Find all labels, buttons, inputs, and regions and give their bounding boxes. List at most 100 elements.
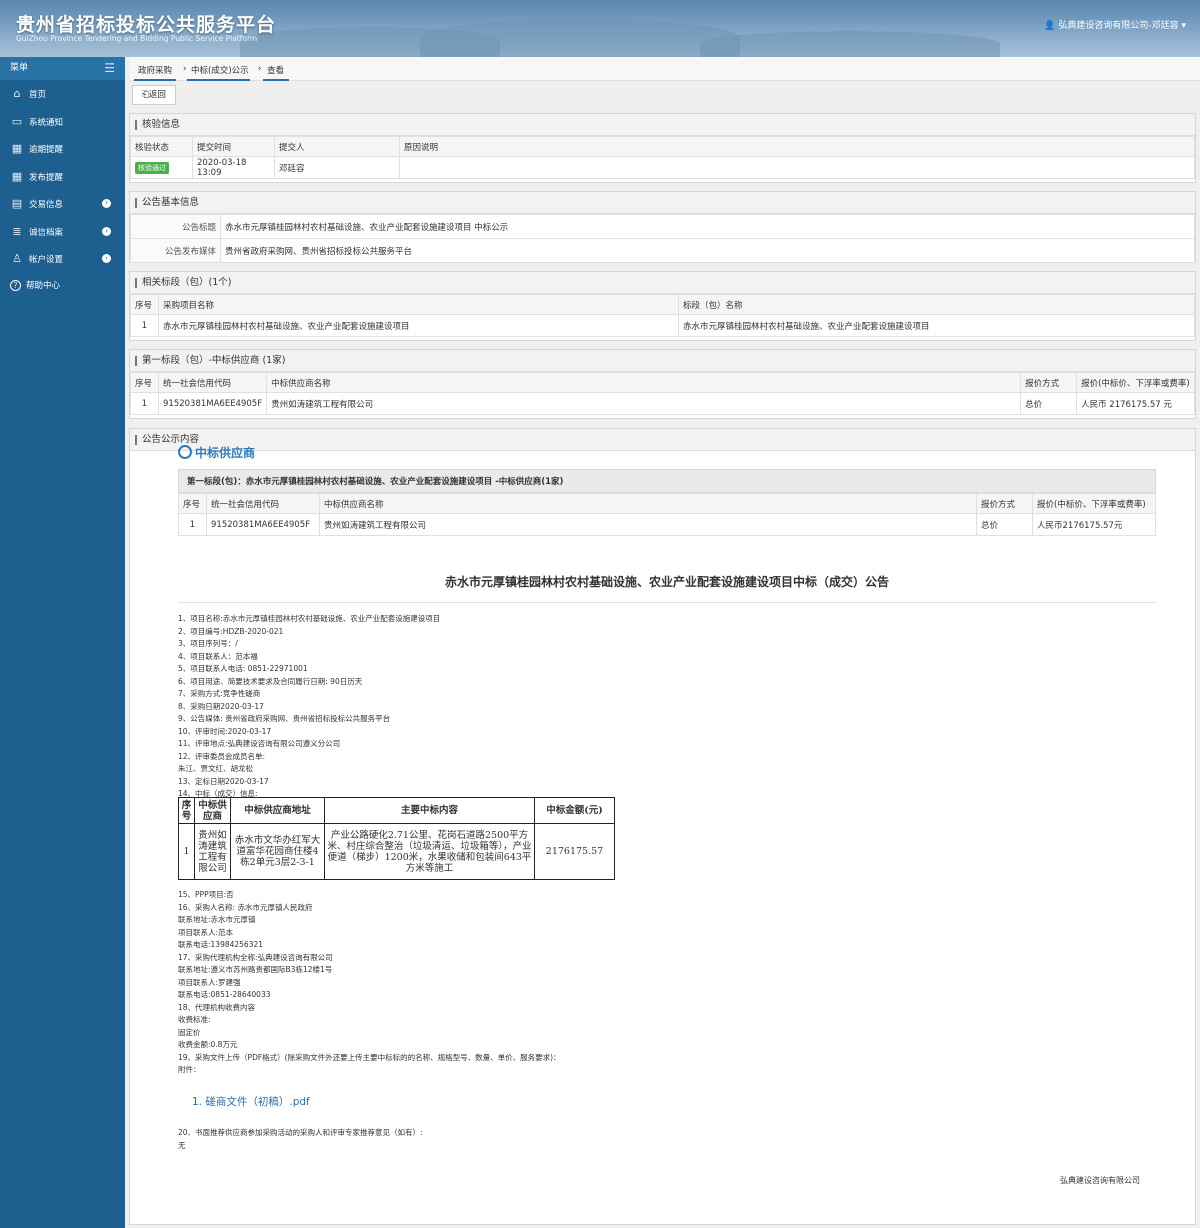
sidebar-item[interactable]: ? 帮助中心	[0, 273, 125, 301]
sections-panel: 相关标段（包）(1个) 序号 采购项目名称 标段（包）名称 1 赤水市元厚镇桂园林村农…	[129, 271, 1196, 341]
table-header: 序号	[130, 372, 159, 393]
panel-title: 核验信息	[130, 114, 1195, 136]
inner-title: 第一标段(包)：赤水市元厚镇桂园林村农村基础设施、农业产业配套设施建设项目 -中…	[178, 469, 1156, 493]
table-cell: 91520381MA6EE4905F	[206, 513, 320, 536]
table-header: 主要中标内容	[324, 797, 535, 824]
chevron-right-icon: ›	[183, 64, 187, 74]
text-line: 19、采购文件上传（PDF格式）(除采购文件外还要上传主要中标标的的名称、规格型…	[178, 1052, 561, 1062]
text-line: 联系电话:0851-28640033	[178, 990, 271, 999]
field-label: 公告标题	[130, 214, 221, 239]
text-line: 18、代理机构收费内容	[178, 1002, 256, 1012]
table-header: 中标供应商名称	[266, 372, 1022, 393]
table-cell: 产业公路硬化2.71公里、花岗石道路2500平方米、村庄综合整治（垃圾清运、垃圾…	[324, 823, 535, 880]
panel-title: 相关标段（包）(1个)	[130, 272, 1195, 294]
sidebar-item-label: 逾期提醒	[29, 145, 64, 155]
table-header: 提交人	[274, 136, 400, 157]
chevron-right-icon: ›	[102, 199, 111, 208]
table-cell: 总价	[1020, 392, 1078, 415]
sidebar-item-label: 系统通知	[29, 117, 64, 128]
content-panel: 公告公示内容 中标供应商 第一标段(包)：赤水市元厚镇桂园林村农村基础设施、农业…	[129, 428, 1196, 1225]
text-line: 13、定标日期2020-03-17	[178, 776, 269, 786]
table-header: 采购项目名称	[158, 294, 679, 315]
text-line: 附件：	[178, 1065, 201, 1074]
text-line: 6、项目用途、简要技术要求及合同履行日期: 90日历天	[178, 676, 363, 686]
table-header: 报价方式	[1020, 372, 1078, 393]
main-content: 政府采购 › 中标(成交)公示 › 查看 ⎗返回 核验信息 核验状态 提交时间 提交…	[125, 57, 1200, 1228]
sidebar-item[interactable]: ≣ 诚信档案 ›	[0, 218, 125, 246]
caret-down-icon: ▾	[1181, 21, 1186, 31]
folder-icon: ▤	[11, 197, 23, 210]
table-cell: 总价	[976, 513, 1033, 536]
table-cell: 2020-03-18 13:09	[192, 156, 275, 179]
signature: 弘典建设咨询有限公司	[1060, 1176, 1140, 1185]
menu-header: 菜单 ☰	[0, 57, 125, 80]
text-line: 10、评审时间:2020-03-17	[178, 726, 272, 736]
text-line: 20、书面推荐供应商参加采购活动的采购人和评审专家推荐意见（如有）:	[178, 1128, 423, 1137]
panel-title: 公告公示内容	[130, 429, 1195, 451]
table-header: 标段（包）名称	[678, 294, 1195, 315]
announcement-tail-2: 20、书面推荐供应商参加采购活动的采购人和评审专家推荐意见（如有）: 无	[178, 1127, 423, 1152]
sidebar-item[interactable]: ▭ 系统通知	[0, 108, 125, 136]
table-cell: 贵州如涛建筑工程有限公司	[319, 513, 977, 536]
table-header: 报价方式	[976, 493, 1033, 514]
announcement-title: 赤水市元厚镇桂园林村农村基础设施、农业产业配套设施建设项目中标（成交）公告	[178, 573, 1156, 603]
text-line: 联系地址:赤水市元厚镇	[178, 915, 256, 924]
site-title: 贵州省招标投标公共服务平台	[16, 14, 277, 36]
text-line: 3、项目序列号：/	[178, 639, 238, 648]
table-cell: 赤水市文华办红军大道富华花园商住楼4栋2单元3层2-3-1	[230, 823, 325, 880]
breadcrumb-item[interactable]: 中标(成交)公示	[191, 64, 249, 76]
table-header: 原因说明	[399, 136, 1195, 157]
target-icon	[178, 445, 192, 459]
header-mountain	[420, 19, 740, 57]
breadcrumb: 政府采购 › 中标(成交)公示 › 查看	[130, 57, 1200, 81]
table-cell: 1	[130, 392, 159, 415]
table-header: 核验状态	[130, 136, 193, 157]
attachment-link[interactable]: 1. 磋商文件（初稿）.pdf	[192, 1094, 310, 1109]
home-icon: ⌂	[13, 87, 21, 100]
text-line: 16、采购人名称: 赤水市元厚镇人民政府	[178, 902, 313, 912]
table-header: 统一社会信用代码	[157, 372, 268, 393]
table-header: 中标供应商	[194, 797, 231, 824]
back-icon: ⎗	[142, 90, 149, 100]
text-line: 项目联系人:范本	[178, 927, 234, 937]
breadcrumb-underline	[263, 79, 289, 81]
text-line: 17、采购代理机构全称:弘典建设咨询有限公司	[178, 952, 333, 962]
table-header: 中标供应商地址	[230, 797, 325, 824]
sidebar-item-label: 帮助中心	[26, 280, 61, 291]
calendar-icon: ▦	[11, 169, 23, 183]
back-button[interactable]: ⎗返回	[132, 85, 176, 105]
sidebar-item[interactable]: ♙ 帐户设置 ›	[0, 245, 125, 273]
sidebar-item[interactable]: ▦ 逾期提醒	[0, 135, 125, 163]
user-menu[interactable]: 👤 弘典建设咨询有限公司-邓廷容 ▾	[1044, 18, 1186, 31]
sidebar-item[interactable]: ⌂ 首页	[0, 80, 125, 108]
table-header: 序号	[130, 294, 159, 315]
text-line: 收费金额:0.8万元	[178, 1040, 238, 1049]
table-cell: 2176175.57	[534, 823, 615, 880]
sidebar-item-label: 诚信档案	[29, 227, 64, 238]
user-icon: ♙	[12, 252, 22, 265]
bid-info-table: 序号 中标供应商 中标供应商地址 主要中标内容 中标金额(元) 1 贵州如涛建筑工程有限公…	[178, 797, 615, 880]
text-line: 固定价	[178, 1027, 201, 1037]
breadcrumb-item[interactable]: 政府采购	[138, 64, 172, 76]
table-cell: 赤水市元厚镇桂园林村农村基础设施、农业产业配套设施建设项目	[158, 314, 679, 337]
table-cell: 贵州如涛建筑工程有限公司	[194, 823, 231, 880]
field-label: 公告发布媒体	[130, 238, 221, 263]
sidebar-item[interactable]: ▤ 交易信息 ›	[0, 190, 125, 218]
winners-panel: 第一标段（包）-中标供应商 (1家) 序号 统一社会信用代码 中标供应商名称 报价方式…	[129, 349, 1196, 419]
breadcrumb-item: 查看	[267, 66, 285, 76]
sidebar-item-label: 首页	[29, 90, 47, 100]
text-line: 5、项目联系人电话: 0851-22971001	[178, 664, 308, 673]
breadcrumb-underline	[134, 79, 176, 81]
chevron-right-icon: ›	[102, 226, 111, 236]
menu-toggle-icon[interactable]: ☰	[104, 57, 115, 80]
text-line: 联系电话:13984256321	[178, 940, 264, 949]
sidebar-item[interactable]: ▦ 发布提醒	[0, 163, 125, 191]
text-line: 15、PPP项目:否	[178, 890, 234, 899]
table-cell: 邓廷容	[274, 156, 400, 179]
panel-title: 第一标段（包）-中标供应商 (1家)	[130, 350, 1195, 372]
table-cell: 人民币 2176175.57 元	[1076, 392, 1195, 415]
sidebar-item-label: 发布提醒	[29, 172, 64, 183]
user-icon: 👤	[1044, 21, 1056, 31]
text-line: 12、评审委员会成员名单:	[178, 751, 266, 761]
text-line: 1、项目名称:赤水市元厚镇桂园林村农村基础设施、农业产业配套设施建设项目	[178, 614, 441, 623]
